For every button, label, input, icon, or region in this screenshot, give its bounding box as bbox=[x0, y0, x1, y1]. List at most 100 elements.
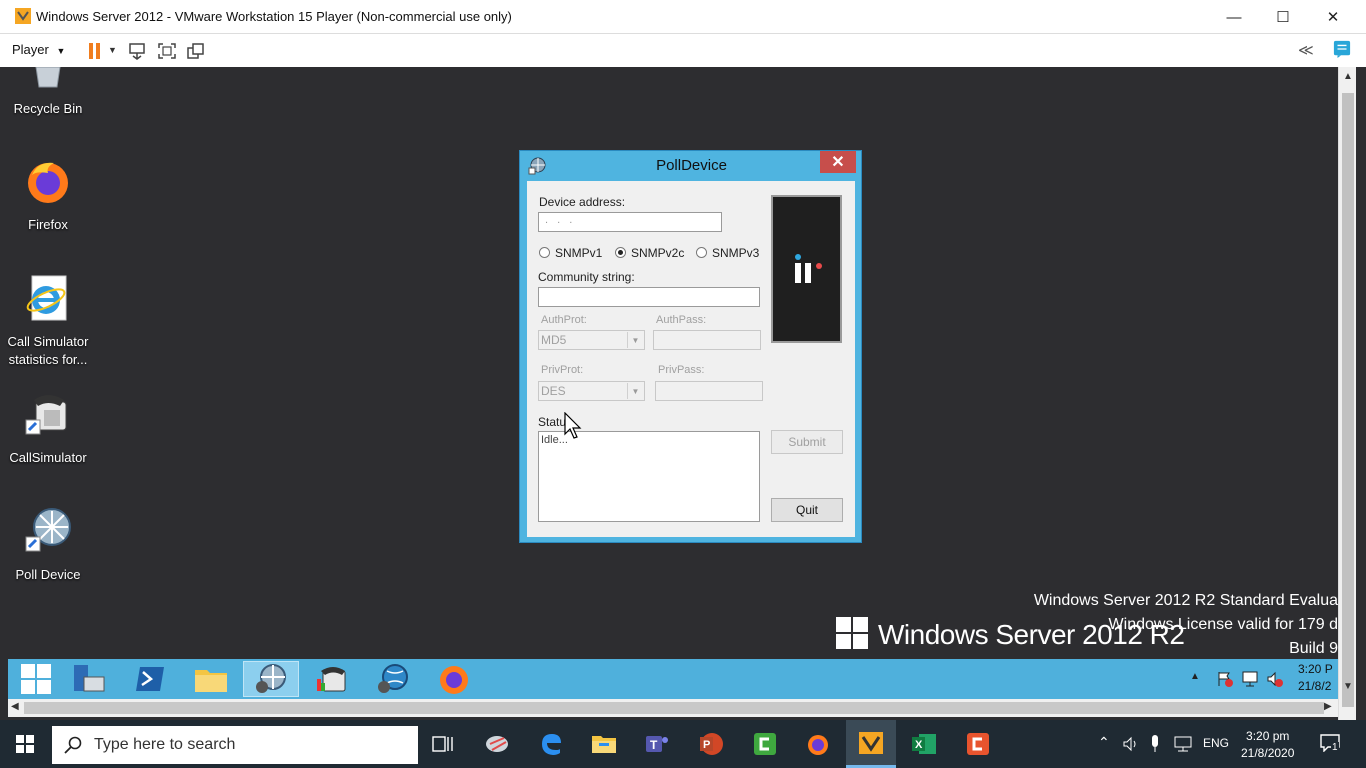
message-log-icon[interactable] bbox=[1332, 40, 1352, 58]
guest-start-button[interactable] bbox=[8, 661, 64, 697]
windows-logo-icon bbox=[836, 617, 868, 649]
host-taskbar-file-explorer[interactable] bbox=[579, 720, 629, 768]
volume-muted-icon[interactable] bbox=[1266, 670, 1284, 688]
authprot-select[interactable]: MD5 ▼ bbox=[538, 330, 645, 350]
guest-taskbar-explorer[interactable] bbox=[183, 661, 239, 697]
action-center-button[interactable]: 1 bbox=[1320, 734, 1342, 754]
windows-logo-icon bbox=[21, 664, 51, 694]
folder-icon bbox=[195, 670, 227, 692]
phone-icon bbox=[25, 395, 67, 435]
desktop-icon-call-simulator-stats[interactable]: Call Simulator statistics for... bbox=[3, 274, 93, 369]
host-taskbar-vmware[interactable] bbox=[846, 720, 896, 768]
close-button[interactable]: ✕ bbox=[1308, 0, 1358, 34]
folder-icon bbox=[592, 736, 616, 753]
desktop-icon-label: CallSimulator bbox=[9, 450, 87, 465]
device-address-input[interactable]: . . . bbox=[538, 212, 722, 232]
svg-text:P: P bbox=[703, 739, 710, 751]
snmpv1-radio[interactable] bbox=[539, 247, 550, 258]
notification-count: 1 bbox=[1331, 742, 1339, 753]
task-view-button[interactable] bbox=[418, 720, 468, 768]
host-taskbar-firefox[interactable] bbox=[793, 720, 843, 768]
host-taskbar-camtasia[interactable] bbox=[740, 720, 790, 768]
search-icon bbox=[64, 736, 82, 754]
taskbar-search-box[interactable]: Type here to search bbox=[52, 726, 418, 764]
firefox-icon bbox=[808, 735, 828, 755]
minimize-button[interactable]: — bbox=[1209, 0, 1259, 34]
unity-icon[interactable] bbox=[186, 42, 206, 60]
guest-taskbar-callsimulator[interactable] bbox=[304, 661, 360, 697]
host-clock[interactable]: 3:20 pm 21/8/2020 bbox=[1241, 728, 1294, 762]
host-taskbar-excel[interactable]: X bbox=[899, 720, 949, 768]
desktop-icon-firefox[interactable]: Firefox bbox=[3, 157, 93, 234]
show-hidden-icons-icon[interactable]: ⌃ bbox=[1098, 734, 1110, 751]
vmware-app-icon bbox=[15, 8, 31, 24]
pause-dropdown-icon[interactable]: ▼ bbox=[108, 45, 117, 55]
dialog-close-button[interactable]: ✕ bbox=[820, 151, 856, 173]
authpass-input[interactable] bbox=[653, 330, 761, 350]
desktop-icon-callsimulator[interactable]: CallSimulator bbox=[3, 390, 93, 467]
guest-clock[interactable]: 3:20 P 21/8/2 bbox=[1298, 661, 1333, 695]
vertical-scroll-thumb[interactable] bbox=[1342, 93, 1354, 707]
maximize-button[interactable]: ☐ bbox=[1258, 0, 1308, 34]
powershell-icon bbox=[136, 667, 164, 691]
host-taskbar-teams[interactable]: T bbox=[632, 720, 682, 768]
send-ctrl-alt-del-icon[interactable] bbox=[128, 42, 148, 60]
status-textarea[interactable]: Idle... bbox=[538, 431, 760, 522]
snmpv2c-radio[interactable] bbox=[615, 247, 626, 258]
guest-desktop: Recycle Bin Firefox Call Simulator stati… bbox=[0, 67, 1366, 720]
desktop-icon-recycle-bin[interactable]: Recycle Bin bbox=[3, 67, 93, 118]
host-taskbar-powerpoint[interactable]: P bbox=[686, 720, 736, 768]
show-hidden-icons-icon[interactable]: ▲ bbox=[1190, 671, 1200, 682]
privprot-label: PrivProt: bbox=[541, 364, 584, 376]
svg-text:X: X bbox=[915, 739, 923, 751]
host-time: 3:20 pm bbox=[1246, 729, 1290, 743]
guest-taskbar-firefox[interactable] bbox=[426, 661, 482, 697]
language-indicator[interactable]: ENG bbox=[1203, 736, 1229, 750]
snmpv1-label: SNMPv1 bbox=[555, 246, 603, 260]
host-start-button[interactable] bbox=[0, 720, 50, 768]
action-center-flag-icon[interactable] bbox=[1216, 670, 1234, 688]
guest-taskbar-powershell[interactable] bbox=[122, 661, 178, 697]
horizontal-scrollbar[interactable]: ◀ ▶ bbox=[8, 699, 1338, 717]
network-tray-icon[interactable] bbox=[1173, 735, 1193, 753]
internet-explorer-icon bbox=[26, 275, 67, 321]
server-manager-icon bbox=[74, 665, 105, 692]
pause-icon[interactable] bbox=[86, 42, 106, 60]
privprot-select[interactable]: DES ▼ bbox=[538, 381, 645, 401]
network-globe-icon bbox=[25, 508, 71, 552]
scroll-left-icon[interactable]: ◀ bbox=[11, 701, 19, 712]
network-tray-icon[interactable] bbox=[1241, 670, 1259, 688]
guest-taskbar-polldevice[interactable] bbox=[243, 661, 299, 697]
vertical-scrollbar[interactable]: ▲ ▼ bbox=[1338, 67, 1356, 720]
player-menu[interactable]: Player ▼ bbox=[12, 42, 65, 57]
authprot-value: MD5 bbox=[541, 333, 567, 347]
excel-icon: X bbox=[912, 734, 936, 754]
volume-icon[interactable] bbox=[1122, 735, 1140, 753]
host-taskbar: Type here to search T P X ⌃ ENG 3:20 pm … bbox=[0, 720, 1366, 768]
privpass-input[interactable] bbox=[655, 381, 763, 401]
recorder-icon bbox=[967, 733, 989, 755]
host-taskbar-camtasia-recorder[interactable] bbox=[953, 720, 1003, 768]
host-taskbar-edge[interactable] bbox=[526, 720, 576, 768]
microphone-icon[interactable] bbox=[1148, 734, 1162, 754]
edge-icon bbox=[542, 734, 561, 755]
guest-taskbar-network[interactable] bbox=[365, 661, 421, 697]
host-taskbar-app-1[interactable] bbox=[472, 720, 522, 768]
guest-taskbar-server-manager[interactable] bbox=[60, 661, 116, 697]
brand-logo-icon bbox=[795, 254, 822, 283]
quit-button[interactable]: Quit bbox=[771, 498, 843, 522]
community-string-input[interactable] bbox=[538, 287, 760, 307]
firefox-icon bbox=[440, 666, 468, 694]
desktop-icon-poll-device[interactable]: Poll Device bbox=[3, 507, 93, 584]
scroll-right-icon[interactable]: ▶ bbox=[1324, 701, 1332, 712]
desktop-icon-label: Call Simulator statistics for... bbox=[7, 334, 89, 367]
cloud-app-icon bbox=[486, 736, 508, 752]
scroll-down-icon[interactable]: ▼ bbox=[1343, 681, 1353, 692]
mouse-cursor-icon bbox=[564, 412, 582, 439]
collapse-toolbar-button[interactable]: ≪ bbox=[1298, 41, 1314, 59]
horizontal-scroll-thumb[interactable] bbox=[24, 702, 1324, 714]
submit-button[interactable]: Submit bbox=[771, 430, 843, 454]
snmpv3-radio[interactable] bbox=[696, 247, 707, 258]
fullscreen-icon[interactable] bbox=[157, 42, 177, 60]
scroll-up-icon[interactable]: ▲ bbox=[1343, 71, 1353, 82]
